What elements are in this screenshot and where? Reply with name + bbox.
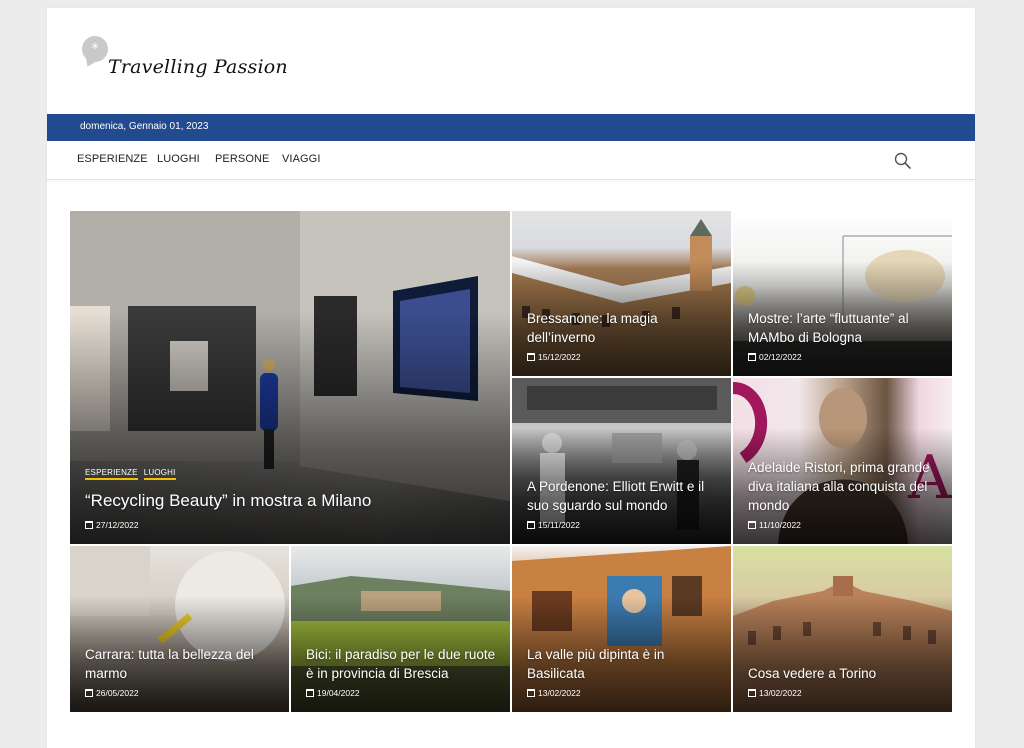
post-caption: A Pordenone: Elliott Erwitt e il suo sgu… [527,477,719,530]
post-title[interactable]: Adelaide Ristori, prima grande diva ital… [748,458,940,515]
post-title[interactable]: Bressanone: la magia dell’inverno [527,309,719,347]
site-logo[interactable]: * Travelling Passion [82,36,288,86]
post-date: 13/02/2022 [748,688,940,698]
page-container: * Travelling Passion domenica, Gennaio 0… [47,8,975,748]
calendar-icon [85,689,93,697]
post-date-text: 11/10/2022 [759,520,801,530]
post-card[interactable]: Bici: il paradiso per le due ruote è in … [291,546,510,712]
post-date-text: 02/12/2022 [759,352,802,362]
post-caption: Bici: il paradiso per le due ruote è in … [306,645,498,698]
post-date: 13/02/2022 [527,688,719,698]
post-card[interactable]: Carrara: tutta la bellezza del marmo 26/… [70,546,289,712]
post-caption: Carrara: tutta la bellezza del marmo 26/… [85,645,277,698]
tag-esperienze[interactable]: ESPERIENZE [85,468,138,480]
post-date-text: 15/12/2022 [538,352,581,362]
post-card[interactable]: Bressanone: la magia dell’inverno 15/12/… [512,211,731,376]
featured-title[interactable]: “Recycling Beauty” in mostra a Milano [85,490,498,512]
current-date: domenica, Gennaio 01, 2023 [80,121,209,132]
featured-date-text: 27/12/2022 [96,520,139,530]
nav-item-luoghi[interactable]: LUOGHI [157,153,200,165]
post-card[interactable]: A Pordenone: Elliott Erwitt e il suo sgu… [512,378,731,544]
nav-item-esperienze[interactable]: ESPERIENZE [77,153,148,165]
post-date-text: 19/04/2022 [317,688,360,698]
post-title[interactable]: Cosa vedere a Torino [748,664,940,683]
nav-item-persone[interactable]: PERSONE [215,153,270,165]
main-navigation: ESPERIENZE LUOGHI PERSONE VIAGGI [47,141,975,180]
tag-luoghi[interactable]: LUOGHI [143,468,176,480]
logo-text: Travelling Passion [108,56,288,78]
post-title[interactable]: Mostre: l’arte “fluttuante” al MAMbo di … [748,309,940,347]
featured-post[interactable]: ESPERIENZE LUOGHI “Recycling Beauty” in … [70,211,510,544]
post-title[interactable]: Carrara: tutta la bellezza del marmo [85,645,277,683]
post-date: 26/05/2022 [85,688,277,698]
search-icon[interactable] [893,151,913,171]
featured-tags: ESPERIENZE LUOGHI [85,468,498,480]
post-date-text: 13/02/2022 [759,688,802,698]
calendar-icon [527,689,535,697]
calendar-icon [85,521,93,529]
calendar-icon [527,521,535,529]
featured-caption: ESPERIENZE LUOGHI “Recycling Beauty” in … [85,468,498,530]
post-caption: Cosa vedere a Torino 13/02/2022 [748,664,940,698]
post-date: 19/04/2022 [306,688,498,698]
post-card[interactable]: Cosa vedere a Torino 13/02/2022 [733,546,952,712]
post-date: 15/12/2022 [527,352,719,362]
calendar-icon [748,353,756,361]
post-date-text: 15/11/2022 [538,520,580,530]
post-caption: Mostre: l’arte “fluttuante” al MAMbo di … [748,309,940,362]
post-title[interactable]: A Pordenone: Elliott Erwitt e il suo sgu… [527,477,719,515]
logo-speech-bubble-icon: * [82,36,108,62]
post-card[interactable]: La valle più dipinta è in Basilicata 13/… [512,546,731,712]
post-title[interactable]: Bici: il paradiso per le due ruote è in … [306,645,498,683]
calendar-icon [748,521,756,529]
calendar-icon [527,353,535,361]
post-title[interactable]: La valle più dipinta è in Basilicata [527,645,719,683]
top-bar: domenica, Gennaio 01, 2023 [47,114,975,141]
post-card[interactable]: A Adelaide Ristori, prima grande diva it… [733,378,952,544]
post-caption: La valle più dipinta è in Basilicata 13/… [527,645,719,698]
post-card[interactable]: Mostre: l’arte “fluttuante” al MAMbo di … [733,211,952,376]
featured-date: 27/12/2022 [85,520,498,530]
calendar-icon [748,689,756,697]
post-date: 15/11/2022 [527,520,719,530]
post-date-text: 13/02/2022 [538,688,581,698]
calendar-icon [306,689,314,697]
post-date-text: 26/05/2022 [96,688,139,698]
nav-item-viaggi[interactable]: VIAGGI [282,153,321,165]
post-caption: Adelaide Ristori, prima grande diva ital… [748,458,940,530]
post-caption: Bressanone: la magia dell’inverno 15/12/… [527,309,719,362]
post-date: 11/10/2022 [748,520,940,530]
post-date: 02/12/2022 [748,352,940,362]
